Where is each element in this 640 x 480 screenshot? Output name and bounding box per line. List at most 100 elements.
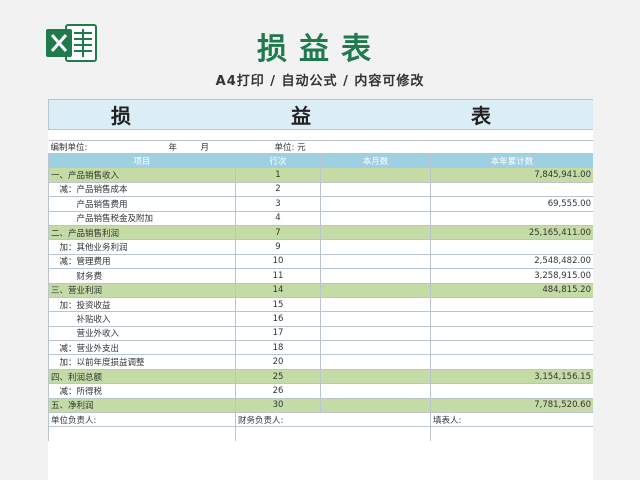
row-item-cell[interactable]: 五、净利润 — [48, 397, 236, 414]
row-month-cell[interactable] — [320, 181, 431, 198]
row-month-cell[interactable] — [320, 196, 431, 212]
row-year-cell[interactable]: 2,548,482.00 — [430, 253, 593, 270]
row-line-cell[interactable]: 18 — [235, 340, 321, 356]
row-month-cell[interactable] — [320, 311, 431, 327]
row-year-cell[interactable]: 3,258,915.00 — [430, 268, 593, 284]
signature-row: 单位负责人: 财务负责人: 填表人: — [48, 412, 593, 427]
row-item-cell[interactable]: 财务费 — [48, 268, 236, 284]
row-month-cell[interactable] — [320, 397, 431, 414]
row-month-cell[interactable] — [320, 282, 431, 298]
row-line-cell[interactable]: 17 — [235, 325, 321, 342]
row-year-cell[interactable] — [430, 325, 593, 342]
table-row: 一、产品销售收入 1 7,845,941.00 — [48, 167, 593, 183]
table-row: 减：产品销售成本 2 — [48, 181, 593, 198]
row-month-cell[interactable] — [320, 268, 431, 284]
row-month-cell[interactable] — [320, 167, 431, 183]
table-row: 减：所得税 26 — [48, 383, 593, 399]
row-item-cell[interactable]: 补贴收入 — [48, 311, 236, 327]
row-month-cell[interactable] — [320, 325, 431, 342]
row-item-cell[interactable]: 四、利润总额 — [48, 368, 236, 385]
col-header-item[interactable]: 项目 — [48, 152, 236, 169]
row-month-cell[interactable] — [320, 354, 431, 370]
row-month-cell[interactable] — [320, 340, 431, 356]
table-row: 财务费 11 3,258,915.00 — [48, 268, 593, 284]
row-line-cell[interactable]: 26 — [235, 383, 321, 399]
row-item-cell[interactable]: 二、产品销售利润 — [48, 224, 236, 241]
finance-head-cell[interactable]: 财务负责人: — [235, 412, 431, 427]
row-year-cell[interactable]: 7,781,520.60 — [430, 397, 593, 414]
table-row: 加：投资收益 15 — [48, 296, 593, 313]
row-year-cell[interactable] — [430, 340, 593, 356]
table-body: 一、产品销售收入 1 7,845,941.00 减：产品销售成本 2 产品销售费用 3 6… — [48, 167, 593, 414]
row-item-cell[interactable]: 营业外收入 — [48, 325, 236, 342]
row-year-cell[interactable] — [430, 354, 593, 370]
row-year-cell[interactable] — [430, 181, 593, 198]
unit-head-cell[interactable]: 单位负责人: — [48, 412, 236, 427]
row-year-cell[interactable]: 69,555.00 — [430, 196, 593, 212]
row-item-cell[interactable]: 产品销售费用 — [48, 196, 236, 212]
row-line-cell[interactable]: 16 — [235, 311, 321, 327]
row-item-cell[interactable]: 加：其他业务利润 — [48, 239, 236, 255]
row-item-cell[interactable]: 加：投资收益 — [48, 296, 236, 313]
row-year-cell[interactable] — [430, 210, 593, 226]
row-item-cell[interactable]: 一、产品销售收入 — [48, 167, 236, 183]
row-line-cell[interactable]: 20 — [235, 354, 321, 370]
row-year-cell[interactable]: 484,815.20 — [430, 282, 593, 298]
spacer-row — [48, 129, 593, 141]
row-line-cell[interactable]: 9 — [235, 239, 321, 255]
page-subtitle: A4打印 / 自动公式 / 内容可修改 — [215, 74, 425, 89]
table-row: 补贴收入 16 — [48, 311, 593, 327]
row-year-cell[interactable]: 7,845,941.00 — [430, 167, 593, 183]
page-title: 损益表 — [257, 32, 383, 67]
row-item-cell[interactable]: 减：营业外支出 — [48, 340, 236, 356]
row-line-cell[interactable]: 2 — [235, 181, 321, 198]
row-year-cell[interactable] — [430, 239, 593, 255]
col-header-month[interactable]: 本月数 — [320, 152, 431, 169]
row-month-cell[interactable] — [320, 368, 431, 385]
row-month-cell[interactable] — [320, 224, 431, 241]
table-row: 减：管理费用 10 2,548,482.00 — [48, 253, 593, 270]
sheet-title[interactable]: 损 益 表 — [48, 99, 593, 130]
table-row: 加：其他业务利润 9 — [48, 239, 593, 255]
table-row: 产品销售费用 3 69,555.00 — [48, 196, 593, 212]
row-month-cell[interactable] — [320, 210, 431, 226]
table-row: 三、营业利润 14 484,815.20 — [48, 282, 593, 298]
sheet-title-row: 损 益 表 — [48, 99, 593, 130]
row-item-cell[interactable]: 加：以前年度损益调整 — [48, 354, 236, 370]
row-year-cell[interactable] — [430, 383, 593, 399]
row-month-cell[interactable] — [320, 253, 431, 270]
row-item-cell[interactable]: 产品销售税金及附加 — [48, 210, 236, 226]
preparer-cell[interactable]: 填表人: — [430, 412, 593, 427]
row-line-cell[interactable]: 4 — [235, 210, 321, 226]
row-month-cell[interactable] — [320, 383, 431, 399]
row-year-cell[interactable] — [430, 311, 593, 327]
row-line-cell[interactable]: 15 — [235, 296, 321, 313]
empty-row — [48, 426, 593, 441]
column-header-row: 项目 行次 本月数 本年累计数 — [48, 152, 593, 169]
row-line-cell[interactable]: 25 — [235, 368, 321, 385]
row-line-cell[interactable]: 1 — [235, 167, 321, 183]
table-row: 四、利润总额 25 3,154,156.15 — [48, 368, 593, 385]
row-year-cell[interactable]: 3,154,156.15 — [430, 368, 593, 385]
info-row: 编制单位: 年 月 单位: 元 — [48, 140, 593, 154]
row-year-cell[interactable]: 25,165,411.00 — [430, 224, 593, 241]
row-line-cell[interactable]: 30 — [235, 397, 321, 414]
row-line-cell[interactable]: 10 — [235, 253, 321, 270]
row-line-cell[interactable]: 3 — [235, 196, 321, 212]
row-line-cell[interactable]: 7 — [235, 224, 321, 241]
row-item-cell[interactable]: 减：管理费用 — [48, 253, 236, 270]
row-year-cell[interactable] — [430, 296, 593, 313]
row-line-cell[interactable]: 11 — [235, 268, 321, 284]
spreadsheet: 损 益 表 编制单位: 年 月 单位: 元 项目 行次 本月数 本年累计数 一、… — [48, 99, 593, 480]
row-month-cell[interactable] — [320, 239, 431, 255]
table-row: 产品销售税金及附加 4 — [48, 210, 593, 226]
col-header-year[interactable]: 本年累计数 — [430, 152, 593, 169]
unit-label: 编制单位: — [50, 143, 88, 153]
col-header-line[interactable]: 行次 — [235, 152, 321, 169]
row-month-cell[interactable] — [320, 296, 431, 313]
income-statement-table: 损 益 表 编制单位: 年 月 单位: 元 项目 行次 本月数 本年累计数 一、… — [48, 99, 593, 441]
row-item-cell[interactable]: 减：产品销售成本 — [48, 181, 236, 198]
row-line-cell[interactable]: 14 — [235, 282, 321, 298]
row-item-cell[interactable]: 减：所得税 — [48, 383, 236, 399]
row-item-cell[interactable]: 三、营业利润 — [48, 282, 236, 298]
